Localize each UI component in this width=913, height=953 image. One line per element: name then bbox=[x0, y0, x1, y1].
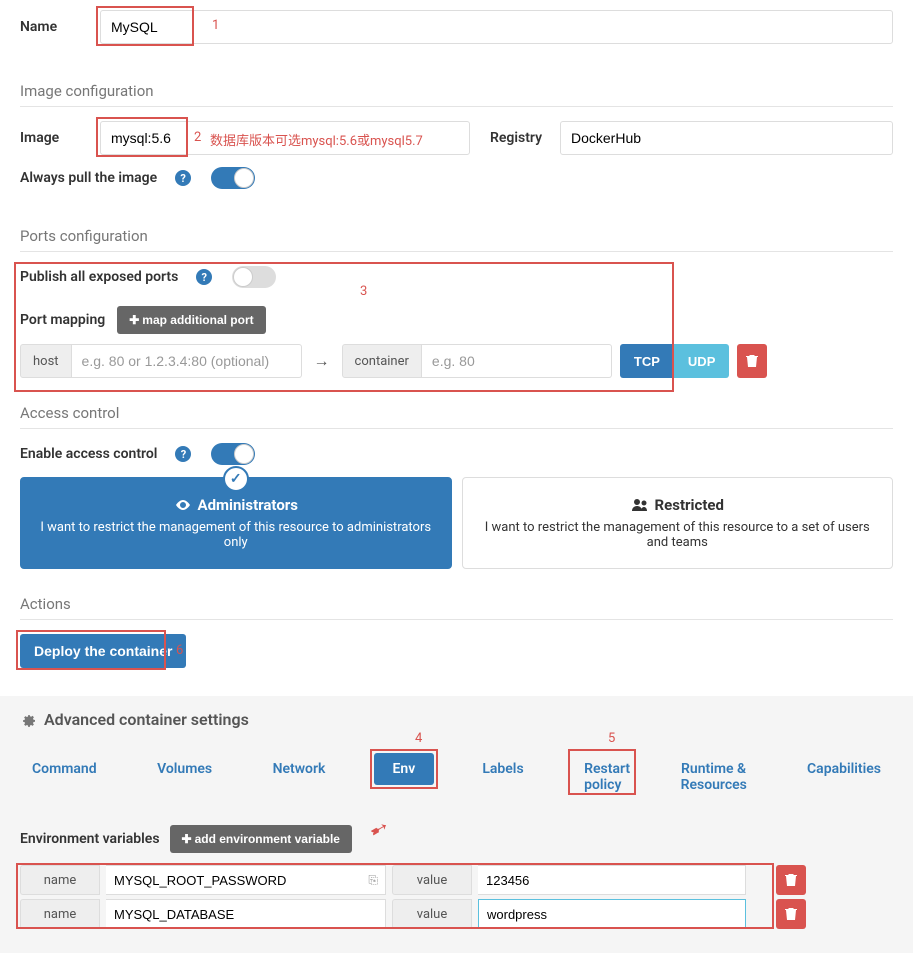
check-icon: ✓ bbox=[223, 466, 249, 492]
deploy-button[interactable]: Deploy the container bbox=[20, 634, 186, 668]
admin-card-desc: I want to restrict the management of thi… bbox=[35, 520, 437, 550]
tab-runtime[interactable]: Runtime & Resources bbox=[669, 753, 759, 801]
env-name-addon: name bbox=[20, 865, 100, 895]
help-icon[interactable]: ? bbox=[196, 269, 212, 285]
help-icon[interactable]: ? bbox=[175, 170, 191, 186]
image-config-header: Image configuration bbox=[20, 82, 893, 107]
registry-label: Registry bbox=[490, 130, 560, 146]
container-port-input[interactable] bbox=[422, 344, 612, 378]
restricted-card[interactable]: Restricted I want to restrict the manage… bbox=[462, 477, 894, 569]
tab-command[interactable]: Command bbox=[20, 753, 109, 801]
annotation-2-text: 数据库版本可选mysql:5.6或mysql5.7 bbox=[210, 130, 423, 149]
eye-slash-icon bbox=[174, 498, 192, 512]
copy-icon[interactable]: ⎘ bbox=[368, 873, 378, 888]
plus-icon: ✚ bbox=[182, 832, 192, 846]
restricted-card-desc: I want to restrict the management of thi… bbox=[477, 520, 879, 550]
plus-icon: ✚ bbox=[129, 313, 139, 327]
tab-network[interactable]: Network bbox=[261, 753, 338, 801]
env-value-addon: value bbox=[392, 865, 472, 895]
trash-icon bbox=[746, 354, 758, 368]
annotation-1: 1 bbox=[212, 18, 219, 33]
map-port-button[interactable]: ✚map additional port bbox=[117, 306, 265, 334]
annotation-6: 6 bbox=[176, 643, 183, 658]
registry-input[interactable] bbox=[560, 121, 893, 155]
env-name-addon: name bbox=[20, 899, 100, 929]
tab-env[interactable]: Env bbox=[374, 753, 434, 785]
arrow-annotation: ➸ bbox=[365, 814, 393, 845]
annotation-3: 3 bbox=[360, 284, 367, 299]
actions-header: Actions bbox=[20, 595, 893, 620]
container-addon: container bbox=[342, 344, 422, 378]
ports-config-header: Ports configuration bbox=[20, 227, 893, 252]
image-label: Image bbox=[20, 130, 100, 146]
tab-labels[interactable]: Labels bbox=[470, 753, 535, 801]
host-addon: host bbox=[20, 344, 72, 378]
publish-all-toggle[interactable] bbox=[232, 266, 276, 288]
delete-env-button[interactable] bbox=[776, 865, 806, 895]
env-variables-label: Environment variables bbox=[20, 831, 160, 847]
annotation-4: 4 bbox=[415, 731, 422, 746]
help-icon[interactable]: ? bbox=[175, 446, 191, 462]
tcp-button[interactable]: TCP bbox=[620, 344, 674, 378]
tab-restart-policy[interactable]: Restart policy bbox=[572, 753, 632, 801]
gear-icon bbox=[20, 712, 36, 728]
users-icon bbox=[631, 498, 649, 512]
always-pull-toggle[interactable] bbox=[211, 167, 255, 189]
env-name-input[interactable] bbox=[106, 865, 386, 895]
advanced-settings-title: Advanced container settings bbox=[20, 710, 893, 729]
delete-port-button[interactable] bbox=[737, 344, 767, 378]
tab-capabilities[interactable]: Capabilities bbox=[795, 753, 893, 801]
port-mapping-label: Port mapping bbox=[20, 312, 105, 328]
administrators-card[interactable]: ✓ Administrators I want to restrict the … bbox=[20, 477, 452, 569]
name-label: Name bbox=[20, 19, 100, 35]
udp-button[interactable]: UDP bbox=[674, 344, 729, 378]
trash-icon bbox=[785, 907, 797, 921]
trash-icon bbox=[785, 873, 797, 887]
enable-access-label: Enable access control bbox=[20, 446, 157, 462]
always-pull-label: Always pull the image bbox=[20, 170, 157, 186]
delete-env-button[interactable] bbox=[776, 899, 806, 929]
env-value-input[interactable] bbox=[478, 865, 746, 895]
env-name-input[interactable] bbox=[106, 899, 386, 929]
annotation-5: 5 bbox=[608, 731, 615, 746]
enable-access-toggle[interactable] bbox=[211, 443, 255, 465]
access-control-header: Access control bbox=[20, 404, 893, 429]
env-value-addon: value bbox=[392, 899, 472, 929]
env-value-input[interactable] bbox=[478, 899, 746, 929]
arrow-icon: → bbox=[314, 351, 330, 371]
host-port-input[interactable] bbox=[72, 344, 302, 378]
publish-all-label: Publish all exposed ports bbox=[20, 269, 178, 285]
env-row: name value bbox=[20, 899, 893, 929]
env-row: name ⎘ value bbox=[20, 865, 893, 895]
annotation-2: 2 bbox=[194, 130, 201, 145]
tab-volumes[interactable]: Volumes bbox=[145, 753, 224, 801]
add-env-button[interactable]: ✚add environment variable bbox=[170, 825, 352, 853]
